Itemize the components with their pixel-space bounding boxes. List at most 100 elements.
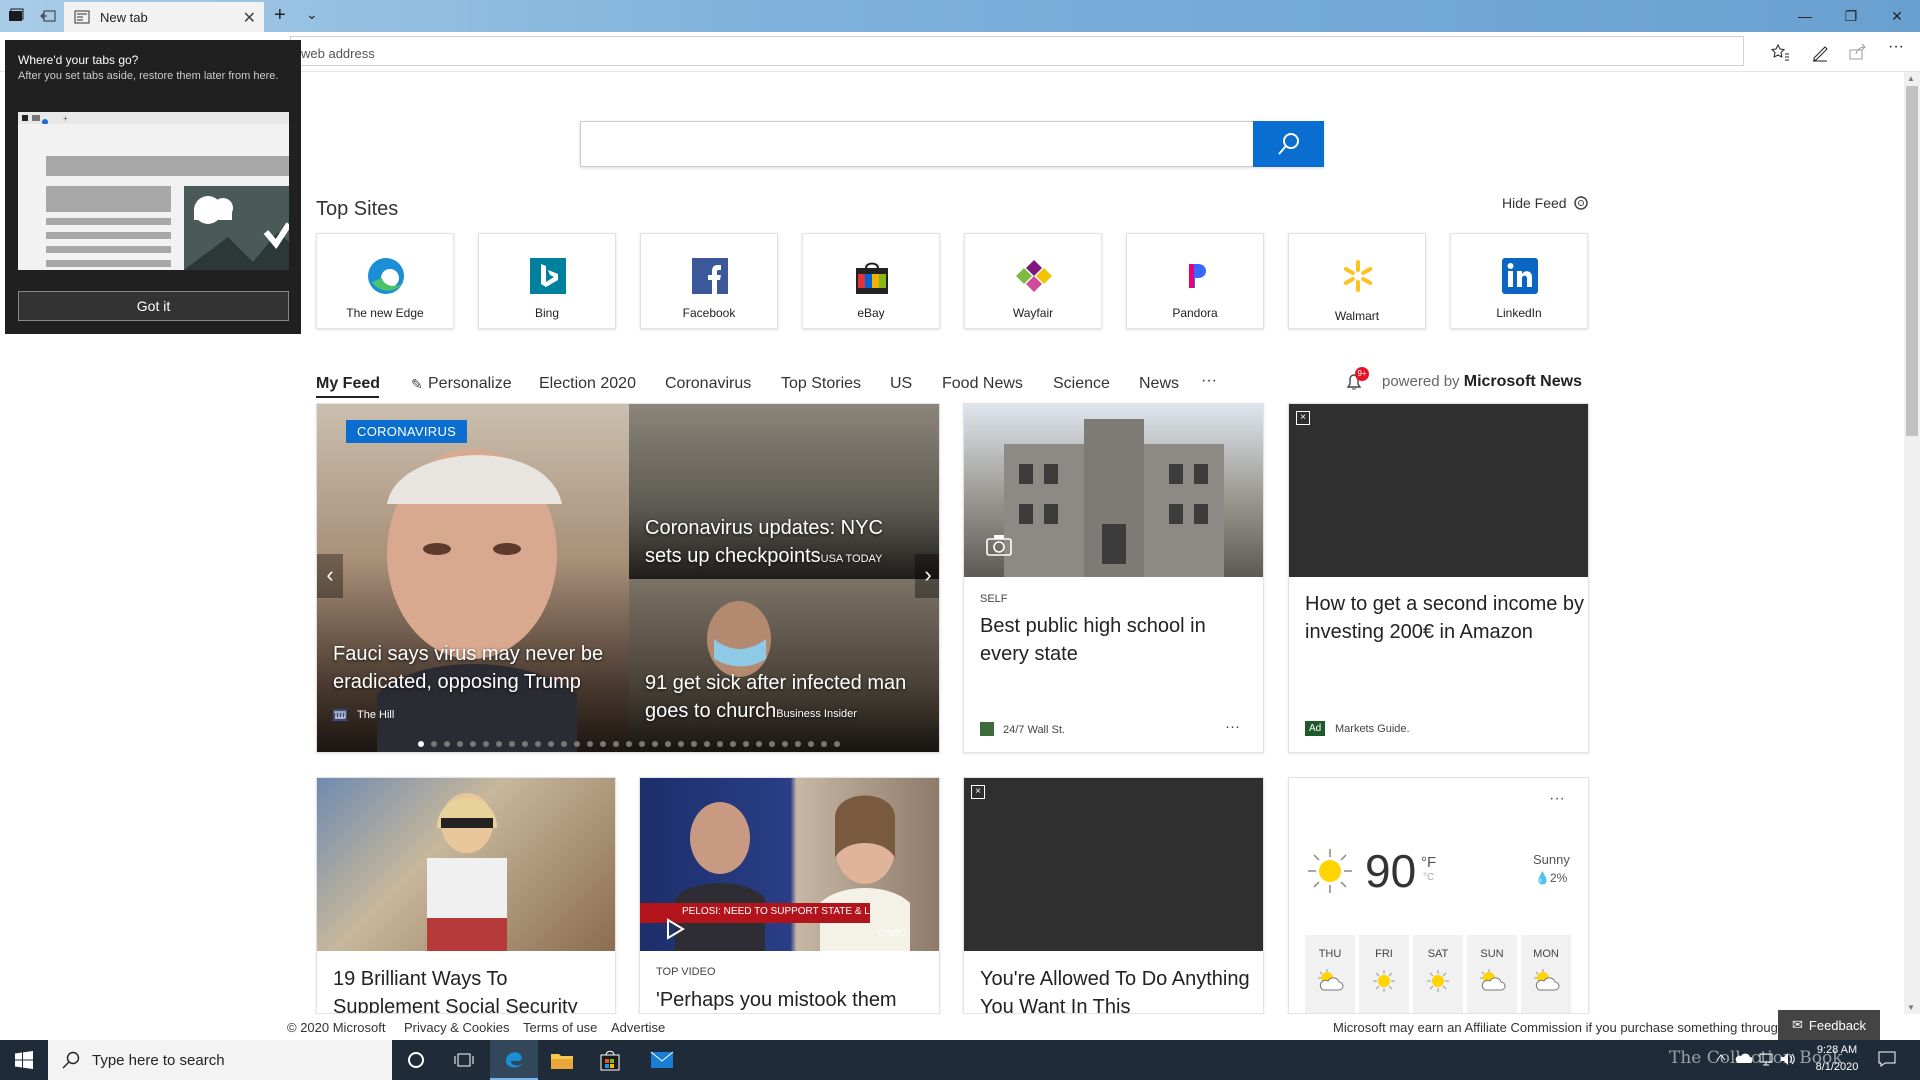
action-center-icon[interactable] (1878, 1051, 1896, 1067)
feedback-button[interactable]: ✉ Feedback (1778, 1010, 1880, 1040)
scroll-down-icon[interactable]: ▼ (1907, 1003, 1915, 1012)
carousel-dot[interactable] (717, 741, 723, 747)
nav-news[interactable]: News (1139, 375, 1179, 393)
unit-f-toggle[interactable]: °F (1421, 854, 1436, 871)
nav-us[interactable]: US (890, 375, 912, 393)
search-input[interactable] (580, 121, 1324, 167)
forecast-day[interactable]: FRI (1359, 935, 1409, 1013)
play-icon[interactable] (665, 918, 685, 940)
carousel-dot[interactable] (522, 741, 528, 747)
carousel-dot[interactable] (548, 741, 554, 747)
more-menu-icon[interactable]: ··· (1888, 38, 1908, 58)
more-options-button[interactable]: ··· (1225, 718, 1240, 735)
hero-bottom-right-title[interactable]: 91 get sick after infected man goes to c… (645, 669, 935, 728)
carousel-dot[interactable] (795, 741, 801, 747)
nav-top-stories[interactable]: Top Stories (781, 375, 861, 393)
privacy-link[interactable]: Privacy & Cookies (404, 1020, 509, 1035)
video-card-pelosi[interactable]: PELOSI: NEED TO SUPPORT STATE & LOCAL GO… (639, 777, 940, 1014)
carousel-dot[interactable] (730, 741, 736, 747)
nav-food-news[interactable]: Food News (942, 375, 1023, 393)
cortana-icon[interactable] (392, 1040, 440, 1080)
notes-pen-icon[interactable] (1810, 42, 1830, 62)
weather-more-button[interactable]: ··· (1549, 790, 1565, 808)
terms-link[interactable]: Terms of use (523, 1020, 597, 1035)
unit-c-toggle[interactable]: °C (1423, 872, 1434, 883)
tab-new-tab[interactable]: New tab ✕ (64, 2, 264, 32)
forecast-day[interactable]: MON (1521, 935, 1571, 1013)
clock-date[interactable]: 8/1/2020 (1812, 1061, 1862, 1073)
carousel-dot[interactable] (808, 741, 814, 747)
carousel-dot[interactable] (626, 741, 632, 747)
carousel-dot[interactable] (431, 741, 437, 747)
carousel-dot[interactable] (496, 741, 502, 747)
set-tabs-aside-icon[interactable] (40, 8, 56, 24)
nav-election-2020[interactable]: Election 2020 (539, 375, 636, 393)
chevron-down-icon[interactable]: ⌄ (306, 6, 318, 23)
scrollbar-thumb[interactable] (1906, 86, 1918, 436)
carousel-dot[interactable] (600, 741, 606, 747)
top-site-pandora[interactable]: Pandora (1126, 233, 1264, 329)
hero-main-image[interactable] (317, 404, 629, 752)
carousel-dot[interactable] (769, 741, 775, 747)
nav-coronavirus[interactable]: Coronavirus (665, 375, 751, 393)
carousel-prev-button[interactable]: ‹ (317, 554, 343, 598)
close-ad-icon[interactable]: × (971, 785, 985, 799)
carousel-dot[interactable] (678, 741, 684, 747)
address-input[interactable]: web address (290, 36, 1744, 66)
share-icon[interactable] (1848, 42, 1868, 62)
close-ad-icon[interactable]: × (1296, 411, 1310, 425)
weather-card[interactable]: ··· 90 °F °C Sunny 💧2% THU FRI SAT SUN MON (1288, 777, 1589, 1014)
carousel-dot[interactable] (470, 741, 476, 747)
forecast-day[interactable]: SAT (1413, 935, 1463, 1013)
carousel-dot[interactable] (756, 741, 762, 747)
edge-taskbar-icon[interactable] (490, 1040, 538, 1080)
windows-start-icon[interactable] (0, 1040, 48, 1080)
volume-icon[interactable] (1780, 1052, 1796, 1066)
chevron-up-icon[interactable] (1716, 1053, 1726, 1061)
clock-time[interactable]: 9:28 AM (1812, 1044, 1862, 1056)
top-site-ebay[interactable]: eBay (802, 233, 940, 329)
top-site-linkedin[interactable]: LinkedIn (1450, 233, 1588, 329)
hide-feed-button[interactable]: Hide Feed (1502, 195, 1589, 211)
taskbar-search[interactable]: Type here to search (48, 1040, 392, 1080)
news-card-social-security[interactable]: 19 Brilliant Ways To Supplement Social S… (316, 777, 616, 1014)
search-button[interactable] (1253, 121, 1324, 167)
carousel-dot[interactable] (587, 741, 593, 747)
tab-actions-icon[interactable] (8, 8, 24, 24)
top-site-walmart[interactable]: Walmart (1288, 233, 1426, 329)
advertise-link[interactable]: Advertise (611, 1020, 665, 1035)
carousel-dot[interactable] (834, 741, 840, 747)
task-view-icon[interactable] (440, 1040, 488, 1080)
got-it-button[interactable]: Got it (18, 291, 289, 321)
carousel-dot[interactable] (821, 741, 827, 747)
store-icon[interactable] (586, 1040, 634, 1080)
top-site-edge[interactable]: The new Edge (316, 233, 454, 329)
nav-personalize[interactable]: Personalize (428, 375, 512, 393)
nav-more[interactable]: ··· (1201, 372, 1217, 390)
top-site-bing[interactable]: Bing (478, 233, 616, 329)
carousel-dot[interactable] (613, 741, 619, 747)
forecast-day[interactable]: SUN (1467, 935, 1517, 1013)
carousel-dot[interactable] (691, 741, 697, 747)
top-site-facebook[interactable]: Facebook (640, 233, 778, 329)
hero-top-right-title[interactable]: Coronavirus updates: NYC sets up checkpo… (645, 514, 925, 573)
ad-card-amazon[interactable]: × How to get a second income by investin… (1288, 403, 1589, 753)
nav-science[interactable]: Science (1053, 375, 1110, 393)
new-tab-button[interactable]: + (274, 4, 286, 27)
close-tab-icon[interactable]: ✕ (243, 8, 256, 28)
file-explorer-icon[interactable] (538, 1040, 586, 1080)
carousel-dot[interactable] (444, 741, 450, 747)
carousel-dot[interactable] (561, 741, 567, 747)
network-icon[interactable] (1758, 1052, 1774, 1066)
restore-button[interactable]: ❐ (1828, 0, 1874, 32)
carousel-indicators[interactable] (418, 741, 840, 747)
carousel-dot[interactable] (483, 741, 489, 747)
carousel-dot[interactable] (743, 741, 749, 747)
carousel-dot[interactable] (782, 741, 788, 747)
ad-card-allowed[interactable]: × You're Allowed To Do Anything You Want… (963, 777, 1264, 1014)
carousel-dot[interactable] (652, 741, 658, 747)
onedrive-icon[interactable] (1734, 1051, 1752, 1065)
news-card-school[interactable]: SELF Best public high school in every st… (963, 403, 1264, 753)
carousel-dot[interactable] (509, 741, 515, 747)
carousel-dot[interactable] (665, 741, 671, 747)
